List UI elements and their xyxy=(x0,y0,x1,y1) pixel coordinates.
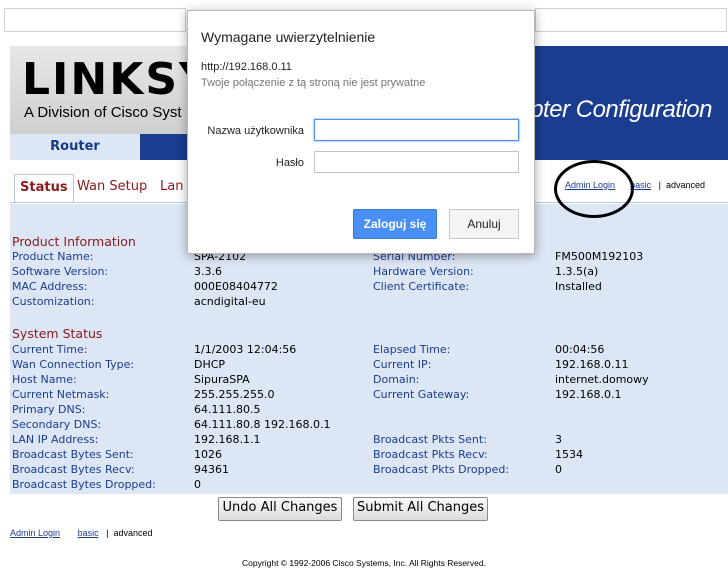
row-key: Wan Connection Type: xyxy=(12,358,135,371)
nav-tab-router[interactable]: Router xyxy=(10,134,140,160)
password-label: Hasło xyxy=(275,157,304,169)
row-value: 1/1/2003 12:04:56 xyxy=(194,343,297,356)
row-value: 3 xyxy=(555,433,562,446)
row-value: SipuraSPA xyxy=(194,373,250,386)
logo-text: LINKSY xyxy=(22,54,213,105)
row-value: 192.168.0.1 xyxy=(555,388,622,401)
row-key: Current Gateway: xyxy=(373,388,470,401)
row-key: Current IP: xyxy=(373,358,432,371)
login-button[interactable]: Zaloguj się xyxy=(353,209,437,239)
dialog-url: http://192.168.0.11 xyxy=(201,61,292,73)
advanced-label-bottom: advanced xyxy=(113,528,153,538)
tab-lan[interactable]: Lan xyxy=(155,174,188,202)
system-status-heading: System Status xyxy=(12,326,103,341)
tab-wan-setup[interactable]: Wan Setup xyxy=(72,174,152,202)
row-key: Client Certificate: xyxy=(373,280,470,293)
row-key: Broadcast Pkts Dropped: xyxy=(373,463,510,476)
table-row: Secondary DNS: 64.111.80.8 192.168.0.1 xyxy=(10,417,728,432)
row-key: Current Time: xyxy=(12,343,88,356)
submit-all-changes-button[interactable]: Submit All Changes xyxy=(353,497,488,521)
link-separator: | xyxy=(106,528,109,538)
logo-subtitle: A Division of Cisco Syst xyxy=(24,104,182,121)
username-input[interactable] xyxy=(314,119,519,141)
row-key: Host Name: xyxy=(12,373,77,386)
hand-drawn-circle-annotation xyxy=(554,160,634,218)
link-separator: | xyxy=(658,180,661,190)
row-value: 00:04:56 xyxy=(555,343,605,356)
auth-dialog: Wymagane uwierzytelnienie http://192.168… xyxy=(187,10,535,254)
row-key: Broadcast Bytes Sent: xyxy=(12,448,134,461)
table-row: Broadcast Bytes Sent: 1026 Broadcast Pkts … xyxy=(10,447,728,462)
row-key: Secondary DNS: xyxy=(12,418,102,431)
table-row: Customization: acndigital-eu xyxy=(10,294,728,309)
row-key: Customization: xyxy=(12,295,95,308)
row-key: Broadcast Bytes Dropped: xyxy=(12,478,156,491)
row-value: 1.3.5(a) xyxy=(555,265,599,278)
row-value: 000E08404772 xyxy=(194,280,278,293)
row-value: 1534 xyxy=(555,448,583,461)
basic-link-bottom[interactable]: basic xyxy=(78,528,99,538)
row-key: Hardware Version: xyxy=(373,265,474,278)
row-value: 1026 xyxy=(194,448,222,461)
undo-all-changes-button[interactable]: Undo All Changes xyxy=(218,497,342,521)
table-row: Current Time: 1/1/2003 12:04:56 Elapsed Ti… xyxy=(10,342,728,357)
row-value: internet.domowy xyxy=(555,373,649,386)
row-key: LAN IP Address: xyxy=(12,433,99,446)
dialog-privacy-note: Twoje połączenie z tą stroną nie jest pr… xyxy=(201,77,426,89)
tab-status[interactable]: Status xyxy=(14,174,74,203)
admin-login-link-bottom[interactable]: Admin Login xyxy=(10,528,60,538)
table-row: Broadcast Bytes Recv: 94361 Broadcast Pkts… xyxy=(10,462,728,477)
row-value: 64.111.80.5 xyxy=(194,403,261,416)
row-value: FM500M192103 xyxy=(555,250,644,263)
copyright-footer: Copyright © 1992-2006 Cisco Systems, Inc… xyxy=(242,558,486,568)
row-key: Primary DNS: xyxy=(12,403,86,416)
row-value: acndigital-eu xyxy=(194,295,266,308)
bottom-mode-links: Admin Login basic | advanced xyxy=(10,528,153,538)
row-value: 64.111.80.8 192.168.0.1 xyxy=(194,418,331,431)
row-value: 192.168.0.11 xyxy=(555,358,629,371)
row-key: Product Name: xyxy=(12,250,94,263)
dialog-title: Wymagane uwierzytelnienie xyxy=(201,29,376,45)
cancel-button[interactable]: Anuluj xyxy=(449,209,519,239)
table-row: Wan Connection Type: DHCP Current IP: 192.1… xyxy=(10,357,728,372)
browser-field-right xyxy=(535,8,727,32)
row-key: Domain: xyxy=(373,373,420,386)
table-row: Host Name: SipuraSPA Domain: internet.domow… xyxy=(10,372,728,387)
browser-field-left xyxy=(4,8,186,32)
row-key: Broadcast Bytes Recv: xyxy=(12,463,135,476)
product-info-heading: Product Information xyxy=(12,234,136,249)
row-key: Broadcast Pkts Sent: xyxy=(373,433,487,446)
password-input[interactable] xyxy=(314,151,519,173)
row-key: Elapsed Time: xyxy=(373,343,451,356)
row-value: 192.168.1.1 xyxy=(194,433,261,446)
row-key: Current Netmask: xyxy=(12,388,110,401)
row-value: 0 xyxy=(194,478,201,491)
banner-title: apter Configuration xyxy=(517,96,712,123)
row-key: MAC Address: xyxy=(12,280,88,293)
username-label: Nazwa użytkownika xyxy=(207,125,304,137)
table-row: Primary DNS: 64.111.80.5 xyxy=(10,402,728,417)
table-row: MAC Address: 000E08404772 Client Certifica… xyxy=(10,279,728,294)
row-value: 255.255.255.0 xyxy=(194,388,275,401)
table-row: Broadcast Bytes Dropped: 0 xyxy=(10,477,728,492)
row-value: 94361 xyxy=(194,463,229,476)
row-value: DHCP xyxy=(194,358,226,371)
linksys-logo: LINKSY A Division of Cisco Syst xyxy=(10,46,211,134)
table-row: Current Netmask: 255.255.255.0 Current Gat… xyxy=(10,387,728,402)
row-value: 3.3.6 xyxy=(194,265,222,278)
row-value: 0 xyxy=(555,463,562,476)
table-row: LAN IP Address: 192.168.1.1 Broadcast Pkts… xyxy=(10,432,728,447)
table-row: Software Version: 3.3.6 Hardware Version: 1… xyxy=(10,264,728,279)
advanced-label: advanced xyxy=(665,180,705,190)
row-value: Installed xyxy=(555,280,602,293)
row-key: Broadcast Pkts Recv: xyxy=(373,448,488,461)
row-key: Software Version: xyxy=(12,265,109,278)
